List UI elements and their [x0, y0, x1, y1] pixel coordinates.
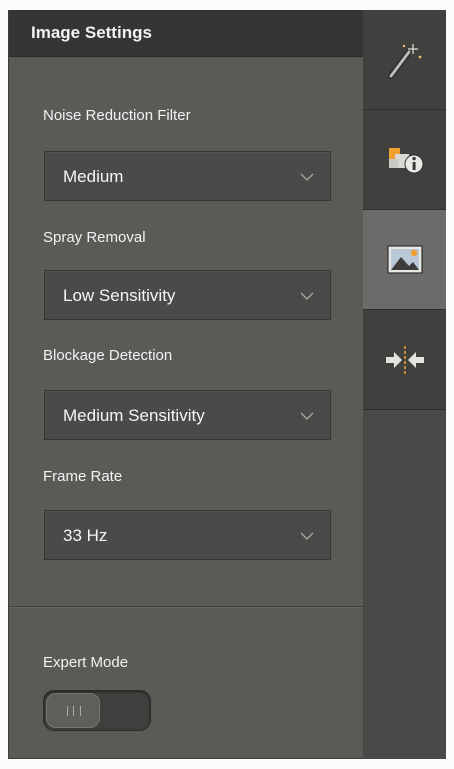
- spray-removal-dropdown[interactable]: Low Sensitivity: [44, 270, 331, 320]
- wand-icon: [388, 44, 422, 79]
- panel-header: Image Settings: [9, 10, 364, 57]
- tab-column: [363, 10, 446, 759]
- chevron-down-icon: [300, 292, 314, 300]
- expert-mode-label: Expert Mode: [43, 654, 129, 671]
- blockage-detection-label: Blockage Detection: [43, 347, 173, 364]
- tab-alignment[interactable]: [363, 310, 446, 410]
- chevron-down-icon: [300, 412, 314, 420]
- panel-title: Image Settings: [31, 23, 152, 42]
- grip-icon: [67, 706, 81, 716]
- noise-reduction-label: Noise Reduction Filter: [43, 107, 191, 124]
- chevron-down-icon: [300, 532, 314, 540]
- image-icon: [387, 245, 423, 274]
- spray-removal-value: Low Sensitivity: [63, 286, 176, 305]
- expert-mode-toggle[interactable]: [43, 690, 151, 731]
- tab-image-settings[interactable]: [363, 210, 446, 310]
- tab-info[interactable]: [363, 110, 446, 210]
- tab-wand[interactable]: [363, 10, 446, 110]
- image-settings-window: Image Settings Noise Reduction Filter Me…: [0, 0, 454, 769]
- chevron-down-icon: [300, 173, 314, 181]
- info-icon: [389, 148, 424, 174]
- settings-panel: Image Settings Noise Reduction Filter Me…: [8, 10, 364, 759]
- spray-removal-label: Spray Removal: [43, 229, 146, 246]
- frame-rate-value: 33 Hz: [63, 526, 108, 545]
- blockage-detection-dropdown[interactable]: Medium Sensitivity: [44, 390, 331, 440]
- noise-reduction-value: Medium: [63, 167, 124, 186]
- blockage-detection-value: Medium Sensitivity: [63, 406, 205, 425]
- noise-reduction-dropdown[interactable]: Medium: [44, 151, 331, 201]
- alignment-arrows-icon: [386, 346, 424, 374]
- frame-rate-label: Frame Rate: [43, 468, 123, 485]
- frame-rate-dropdown[interactable]: 33 Hz: [44, 510, 331, 560]
- section-divider: [9, 606, 364, 607]
- toggle-thumb[interactable]: [46, 693, 100, 728]
